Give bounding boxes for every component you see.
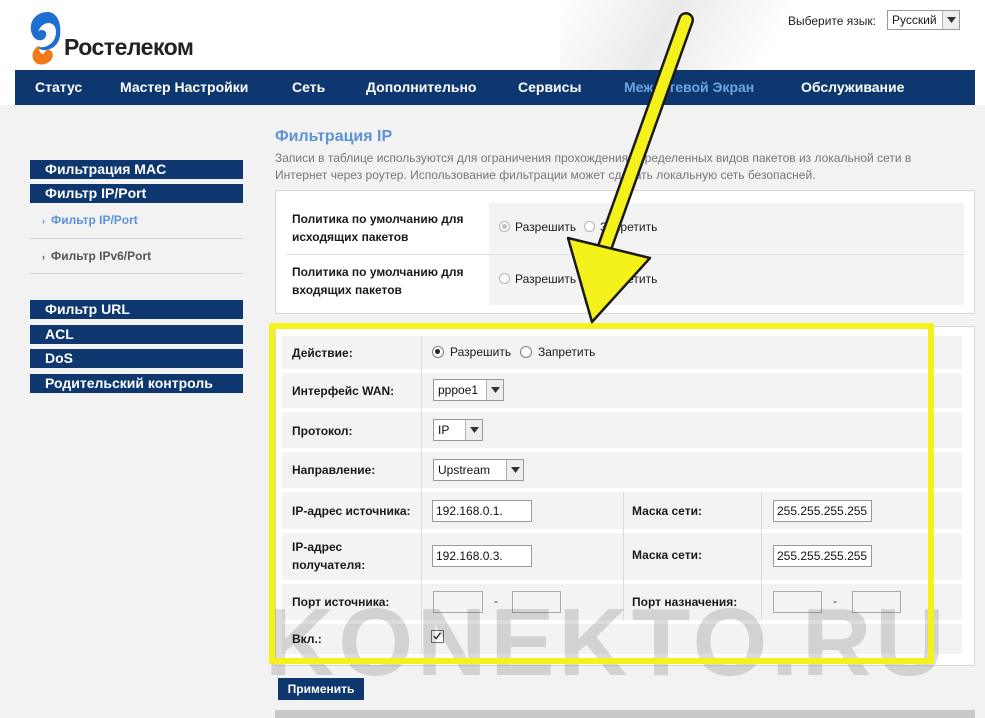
- brand-name: Ростелеком: [64, 34, 194, 60]
- incoming-allow-label: Разрешить: [515, 272, 577, 286]
- divider: [286, 254, 964, 255]
- nav-services[interactable]: Сервисы: [518, 70, 581, 105]
- bullet-icon: ›: [42, 216, 45, 226]
- sidebar-subitem-label: Фильтр IP/Port: [51, 213, 138, 227]
- bottom-panel-edge: [275, 710, 975, 718]
- bullet-icon: ›: [42, 252, 45, 262]
- header-decoration: [560, 0, 820, 70]
- chevron-down-icon: [942, 11, 959, 29]
- incoming-allow-radio[interactable]: [499, 273, 510, 284]
- page-title: Фильтрация IP: [275, 128, 393, 145]
- brand-logo: Ростелеком: [26, 10, 216, 66]
- sidebar-item-dos[interactable]: DoS: [30, 349, 243, 368]
- outgoing-allow-label: Разрешить: [515, 220, 577, 234]
- incoming-deny-label: Запретить: [600, 272, 658, 286]
- nav-setup-wizard[interactable]: Мастер Настройки: [120, 70, 248, 105]
- rostelecom-logo-icon: [30, 12, 61, 65]
- language-label: Выберите язык:: [788, 14, 876, 28]
- outgoing-deny-radio[interactable]: [584, 221, 595, 232]
- sidebar-item-mac-filter[interactable]: Фильтрация MAC: [30, 160, 243, 179]
- divider: [30, 238, 243, 239]
- sidebar-item-ip-port-filter[interactable]: Фильтр IP/Port: [30, 184, 243, 203]
- sidebar-item-acl[interactable]: ACL: [30, 325, 243, 344]
- nav-advanced[interactable]: Дополнительно: [366, 70, 476, 105]
- divider: [30, 273, 243, 274]
- incoming-policy-label: Политика по умолчанию для входящих пакет…: [292, 265, 464, 297]
- sidebar-subitem-label: Фильтр IPv6/Port: [51, 249, 152, 263]
- nav-maintenance[interactable]: Обслуживание: [801, 70, 904, 105]
- nav-firewall[interactable]: Межсетевой Экран: [624, 70, 754, 105]
- outgoing-policy-label: Политика по умолчанию для исходящих паке…: [292, 212, 464, 244]
- sidebar-item-url-filter[interactable]: Фильтр URL: [30, 300, 243, 319]
- language-select-value: Русский: [892, 13, 937, 27]
- highlight-frame: [269, 323, 934, 664]
- sidebar-subitem-ipv6-port[interactable]: › Фильтр IPv6/Port: [42, 249, 151, 263]
- policy-panel: Политика по умолчанию для исходящих паке…: [275, 190, 975, 314]
- nav-status[interactable]: Статус: [35, 70, 82, 105]
- sidebar-subitem-ip-port[interactable]: › Фильтр IP/Port: [42, 213, 138, 227]
- sidebar-item-parental-control[interactable]: Родительский контроль: [30, 374, 243, 393]
- outgoing-allow-radio[interactable]: [499, 221, 510, 232]
- nav-network[interactable]: Сеть: [292, 70, 325, 105]
- outgoing-deny-label: Запретить: [600, 220, 658, 234]
- page-description: Записи в таблице используются для ограни…: [275, 151, 912, 182]
- incoming-deny-radio[interactable]: [584, 273, 595, 284]
- language-select[interactable]: Русский: [887, 10, 960, 30]
- main-nav: Статус Мастер Настройки Сеть Дополнитель…: [15, 70, 975, 105]
